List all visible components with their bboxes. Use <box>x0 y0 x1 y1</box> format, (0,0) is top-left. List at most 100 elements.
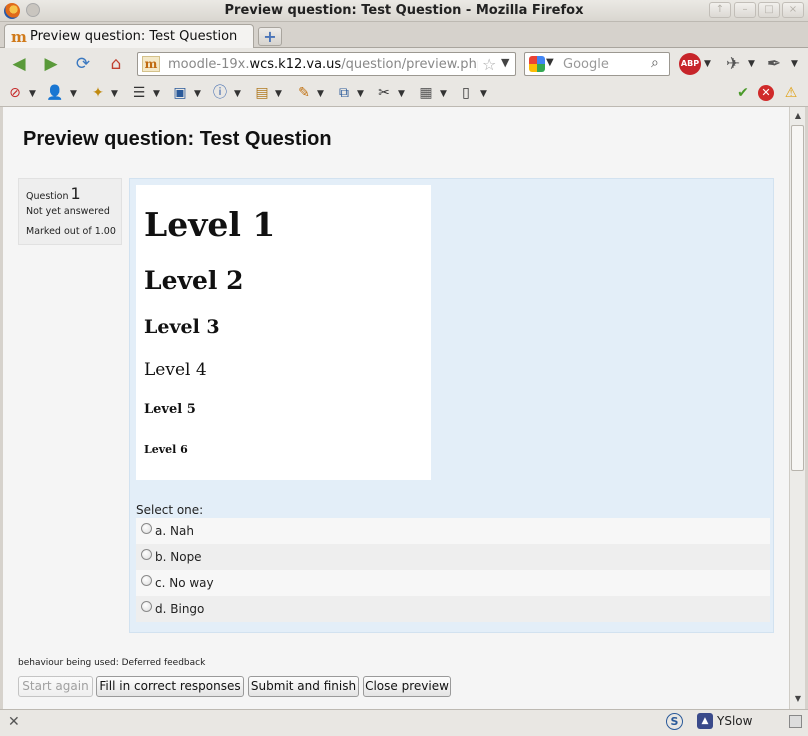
view-source-icon[interactable]: ▦ <box>417 84 435 102</box>
miscellaneous-icon[interactable]: ▤ <box>253 84 271 102</box>
images-dropdown-icon[interactable]: ▼ <box>194 89 201 99</box>
answer-prompt: Select one: <box>136 503 204 517</box>
url-path: /question/preview.php?i <box>341 57 478 72</box>
search-icon[interactable]: ⌕ <box>651 55 659 71</box>
answer-option-b[interactable]: b. Nope <box>136 544 770 570</box>
forward-icon[interactable]: ▶ <box>41 54 61 74</box>
miscellaneous-dropdown-icon[interactable]: ▼ <box>275 89 282 99</box>
home-icon[interactable]: ⌂ <box>106 54 126 74</box>
heading-level-6: Level 6 <box>144 443 188 456</box>
eyedropper-dropdown-icon[interactable]: ▼ <box>791 59 798 69</box>
options-icon[interactable]: ▯ <box>457 84 475 102</box>
tab-preview-question[interactable]: m Preview question: Test Question <box>4 24 254 49</box>
validation-ok-icon[interactable]: ✔ <box>734 84 752 102</box>
outline-icon[interactable]: ✎ <box>295 84 313 102</box>
options-dropdown-icon[interactable]: ▼ <box>480 89 487 99</box>
close-addon-bar-icon[interactable]: ✕ <box>8 714 20 730</box>
question-text: Level 1 Level 2 Level 3 Level 4 Level 5 … <box>136 185 431 480</box>
scroll-up-icon[interactable]: ▲ <box>792 110 804 122</box>
answer-radio-a[interactable] <box>141 523 152 534</box>
eyedropper-icon[interactable]: ✒ <box>764 54 784 74</box>
view-source-dropdown-icon[interactable]: ▼ <box>440 89 447 99</box>
moodle-favicon-icon: m <box>11 28 27 46</box>
resize-grip-icon[interactable] <box>789 715 802 728</box>
warning-icon[interactable]: ⚠ <box>782 84 800 102</box>
user-icon[interactable]: 👤 <box>46 84 64 102</box>
tab-label: Preview question: Test Question <box>30 29 238 44</box>
heading-level-1: Level 1 <box>144 205 276 244</box>
new-tab-button[interactable]: + <box>258 27 282 46</box>
answer-option-d[interactable]: d. Bingo <box>136 596 770 622</box>
answer-label-d[interactable]: d. Bingo <box>155 602 204 616</box>
url-history-dropdown-icon[interactable]: ▼ <box>501 56 509 69</box>
resize-dropdown-icon[interactable]: ▼ <box>357 89 364 99</box>
answer-radio-c[interactable] <box>141 575 152 586</box>
heading-level-5: Level 5 <box>144 402 196 417</box>
answer-option-a[interactable]: a. Nah <box>136 518 770 544</box>
close-window-button[interactable]: × <box>782 2 804 18</box>
behaviour-info: behaviour being used: Deferred feedback <box>18 658 206 668</box>
tools-icon[interactable]: ✂ <box>375 84 393 102</box>
question-grade: Marked out of 1.00 <box>26 226 116 237</box>
window-up-button[interactable]: ↑ <box>709 2 731 18</box>
navigation-toolbar: ◀ ▶ ⟳ ⌂ m moodle-19x.wcs.k12.va.us/quest… <box>0 48 808 79</box>
reload-icon[interactable]: ⟳ <box>73 54 93 74</box>
maximize-button[interactable]: □ <box>758 2 780 18</box>
minimize-button[interactable]: – <box>734 2 756 18</box>
search-engine-dropdown-icon[interactable]: ▼ <box>546 57 554 68</box>
url-bar[interactable]: m moodle-19x.wcs.k12.va.us/question/prev… <box>137 52 516 76</box>
answer-option-c[interactable]: c. No way <box>136 570 770 596</box>
resize-icon[interactable]: ⧉ <box>335 84 353 102</box>
forms-dropdown-icon[interactable]: ▼ <box>153 89 160 99</box>
heading-level-4: Level 4 <box>144 360 207 380</box>
error-icon[interactable]: ✕ <box>758 85 774 101</box>
s-addon-icon[interactable]: S <box>666 713 683 730</box>
question-state: Not yet answered <box>26 206 110 217</box>
window-title: Preview question: Test Question - Mozill… <box>224 3 584 18</box>
magic-wand-icon[interactable]: ✦ <box>89 84 107 102</box>
answer-radio-d[interactable] <box>141 601 152 612</box>
answer-label-a[interactable]: a. Nah <box>155 524 194 538</box>
disable-dropdown-icon[interactable]: ▼ <box>29 89 36 99</box>
submit-and-finish-button[interactable]: Submit and finish <box>248 676 359 697</box>
search-placeholder[interactable]: Google <box>563 57 609 72</box>
outline-dropdown-icon[interactable]: ▼ <box>317 89 324 99</box>
close-preview-button[interactable]: Close preview <box>363 676 451 697</box>
vertical-scrollbar[interactable]: ▲ ▼ <box>789 107 805 709</box>
window-titlebar: Preview question: Test Question - Mozill… <box>0 0 808 22</box>
information-dropdown-icon[interactable]: ▼ <box>234 89 241 99</box>
url-text[interactable]: moodle-19x.wcs.k12.va.us/question/previe… <box>168 57 478 72</box>
adblock-icon[interactable]: ABP <box>679 53 701 75</box>
answer-label-c[interactable]: c. No way <box>155 576 214 590</box>
adblock-dropdown-icon[interactable]: ▼ <box>704 59 711 69</box>
greasemonkey-icon[interactable]: ✈ <box>723 54 743 74</box>
forms-icon[interactable]: ☰ <box>130 84 148 102</box>
tools-dropdown-icon[interactable]: ▼ <box>398 89 405 99</box>
magic-wand-dropdown-icon[interactable]: ▼ <box>111 89 118 99</box>
question-number-row: Question 1 <box>26 184 121 203</box>
answer-radio-b[interactable] <box>141 549 152 560</box>
disable-icon[interactable]: ⊘ <box>6 84 24 102</box>
user-dropdown-icon[interactable]: ▼ <box>70 89 77 99</box>
greasemonkey-dropdown-icon[interactable]: ▼ <box>748 59 755 69</box>
yslow-label[interactable]: YSlow <box>717 714 752 728</box>
start-again-button[interactable]: Start again <box>18 676 93 697</box>
scroll-down-icon[interactable]: ▼ <box>792 693 804 705</box>
tab-bar: m Preview question: Test Question + <box>0 22 808 49</box>
information-icon[interactable]: ⓘ <box>211 84 229 102</box>
search-bar[interactable]: ▼ Google ⌕ <box>524 52 670 76</box>
answer-list: a. Nah b. Nope c. No way d. Bingo <box>136 518 770 622</box>
fill-correct-responses-button[interactable]: Fill in correct responses <box>96 676 244 697</box>
bookmark-star-icon[interactable]: ☆ <box>482 55 496 74</box>
back-icon[interactable]: ◀ <box>9 54 29 74</box>
google-engine-icon[interactable] <box>529 56 545 72</box>
scrollbar-thumb[interactable] <box>791 125 804 471</box>
question-formulation: Level 1 Level 2 Level 3 Level 4 Level 5 … <box>129 178 774 633</box>
yslow-icon[interactable]: ▲ <box>697 713 713 729</box>
images-icon[interactable]: ▣ <box>171 84 189 102</box>
web-developer-toolbar: ⊘ ▼ 👤 ▼ ✦ ▼ ☰ ▼ ▣ ▼ ⓘ ▼ ▤ ▼ ✎ ▼ ⧉ ▼ ✂ ▼ … <box>0 79 808 107</box>
answer-label-b[interactable]: b. Nope <box>155 550 202 564</box>
page-content: Preview question: Test Question Question… <box>3 107 789 709</box>
site-identity-icon[interactable]: m <box>142 56 160 72</box>
question-info: Question 1 Not yet answered Marked out of… <box>18 178 122 245</box>
